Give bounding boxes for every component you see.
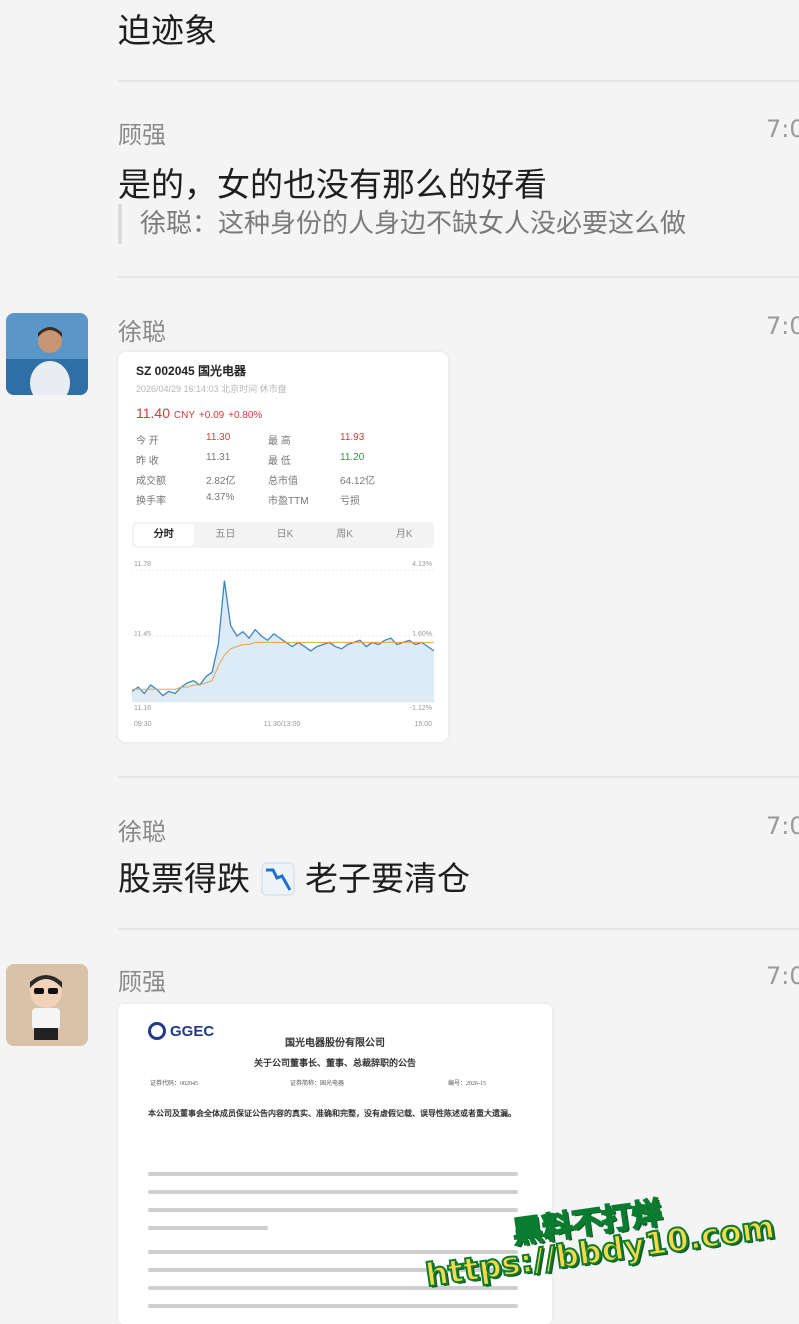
tab-monthly-k[interactable]: 月K [374,522,434,548]
sender-name: 顾强 [118,121,166,149]
message-time: 7:0 [766,312,799,340]
quoted-reply[interactable]: 徐聪：这种身份的人身边不缺女人没必要这么做 [118,204,686,244]
x-tick-start: 09:30 [134,721,152,728]
stock-price-row: 11.40 CNY +0.09 +0.80% [136,405,262,421]
chart-period-tabs: 分时 五日 日K 周K 月K [132,522,434,548]
stock-quote-card[interactable]: SZ 002045 国光电器 2026/04/29 16:14:03 北京时间 … [118,352,448,742]
stat-value: 亏损 [340,496,360,507]
pct-tick-bottom: -1.12% [410,705,432,712]
doc-stock-code: 证券代码：002045 [150,1081,199,1087]
doc-text-line [148,1304,518,1308]
divider [118,928,799,930]
stock-change-pct: +0.80% [228,410,263,421]
doc-text-line [148,1172,518,1176]
stock-change: +0.09 [198,410,225,421]
doc-text-line [148,1190,518,1194]
sender-name: 徐聪 [118,818,166,846]
stat-value: 4.37% [206,492,235,503]
tab-intraday[interactable]: 分时 [134,524,194,546]
tab-5day[interactable]: 五日 [196,522,256,548]
stat-value: 64.12亿 [340,476,376,487]
message-text: 迫迹象 [118,11,217,50]
sender-name: 徐聪 [118,318,166,346]
stat-label: 市盈TTM [268,496,309,507]
stock-currency: CNY [173,410,196,421]
doc-heading: 关于公司董事长、董事、总裁辞职的公告 [253,1058,416,1068]
y-tick-mid: 11.45 [134,631,151,638]
message-time: 7:0 [766,962,799,990]
stat-label: 换手率 [136,496,166,507]
message-text: 是的，女的也没有那么的好看 [118,165,547,204]
avatar[interactable] [6,964,88,1046]
avatar-cartoon [6,964,88,1046]
message-text: 股票得跌 老子要清仓 [118,852,470,904]
tab-daily-k[interactable]: 日K [255,522,315,548]
stock-stats: 今 开 11.30 最 高 11.93 昨 收 11.31 最 低 11.20 … [136,432,436,512]
message-time: 7:0 [766,812,799,840]
stat-label: 今 开 [136,436,159,447]
doc-text-line [148,1208,518,1212]
stock-price: 11.40 [136,405,170,421]
price-area [132,580,434,702]
avatar[interactable] [6,313,88,395]
doc-company: 国光电器股份有限公司 [285,1038,385,1049]
intraday-chart: 11.78 4.13% 11.45 1.60% 11.16 -1.12% 09:… [132,561,434,728]
divider [118,276,799,278]
doc-statement: 本公司及董事会全体成员保证公告内容的真实、准确和完整，没有虚假记载、误导性陈述或… [148,1109,516,1118]
stat-label: 最 低 [268,456,291,467]
divider [118,776,799,778]
x-tick-mid: 11:30/13:00 [264,721,301,728]
stat-value: 11.20 [340,452,365,463]
stat-label: 最 高 [268,436,291,447]
stat-value: 11.30 [206,432,231,443]
pct-tick-top: 4.13% [412,561,432,568]
stat-row: 换手率 4.37% 市盈TTM 亏损 [136,492,436,512]
stat-row: 成交额 2.82亿 总市值 64.12亿 [136,472,436,492]
stat-value: 11.31 [206,452,231,463]
chart-decreasing-icon [261,862,295,904]
stat-label: 昨 收 [136,456,159,467]
stat-value: 2.82亿 [206,476,236,487]
doc-notice-no: 编号：2026-15 [448,1081,486,1087]
avatar-photo [6,313,88,395]
y-tick-bottom: 11.16 [134,705,151,712]
message-text-before: 股票得跌 [118,859,250,898]
stat-row: 昨 收 11.31 最 低 11.20 [136,452,436,472]
stat-row: 今 开 11.30 最 高 11.93 [136,432,436,452]
x-tick-end: 15:00 [414,721,432,728]
stat-label: 成交额 [136,476,166,487]
stat-label: 总市值 [268,476,298,487]
divider [118,80,799,82]
stock-date: 2026/04/29 16:14:03 北京时间 休市盘 [136,384,287,394]
sender-name: 顾强 [118,968,166,996]
stock-title: SZ 002045 国光电器 [136,364,247,378]
stat-value: 11.93 [340,432,365,443]
tab-weekly-k[interactable]: 周K [315,522,375,548]
doc-text-line [148,1226,268,1230]
message-text-after: 老子要清仓 [305,859,470,898]
message-time: 7:0 [766,115,799,143]
pct-tick-mid: 1.60% [412,631,432,638]
y-tick-top: 11.78 [134,561,151,568]
doc-stock-name: 证券简称：国光电器 [290,1081,345,1087]
